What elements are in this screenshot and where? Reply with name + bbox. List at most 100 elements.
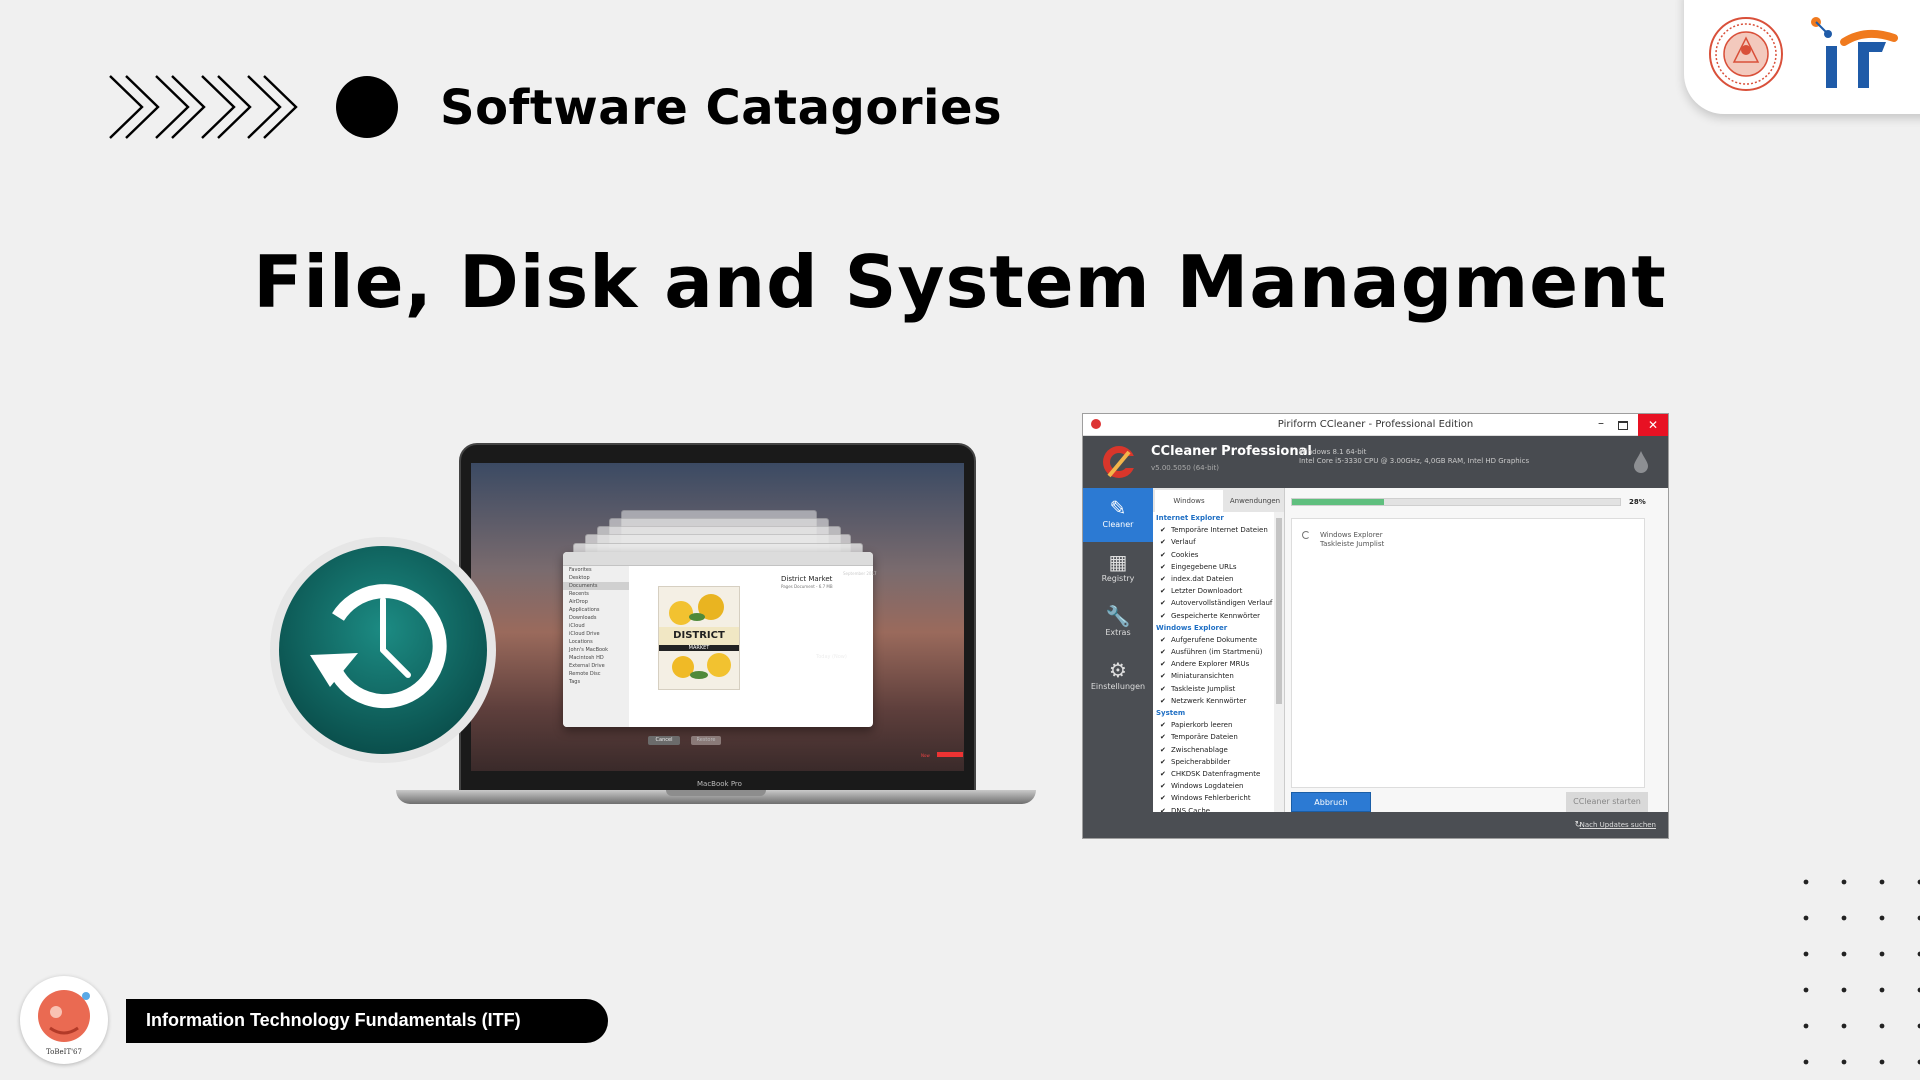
minimize-icon[interactable]: – xyxy=(1598,416,1604,430)
group-system[interactable]: System xyxy=(1156,707,1284,719)
progress-bar xyxy=(1291,498,1621,506)
sidebar-item[interactable]: AirDrop xyxy=(563,598,629,606)
time-machine-icon xyxy=(270,537,496,763)
cleaner-options-panel: Windows Anwendungen Internet Explorer Te… xyxy=(1153,488,1285,817)
scrollbar-thumb[interactable] xyxy=(1276,518,1282,704)
timeline-today-label: Today (Now) xyxy=(816,654,847,660)
sidebar-item[interactable]: Documents xyxy=(563,582,629,590)
product-version: v5.00.5050 (64-bit) xyxy=(1151,464,1220,472)
maximize-icon[interactable] xyxy=(1618,421,1628,430)
sidebar-item[interactable]: John's MacBook xyxy=(563,646,629,654)
cleaner-checklist: Internet Explorer Temporäre Internet Dat… xyxy=(1153,512,1284,817)
gear-icon: ⚙ xyxy=(1109,658,1127,682)
analysis-panel: 28% Windows Explorer Taskleiste Jumplist… xyxy=(1285,488,1668,812)
checkbox-item[interactable]: Andere Explorer MRUs xyxy=(1156,658,1284,670)
page-title: File, Disk and System Managment xyxy=(253,240,1667,324)
checkbox-item[interactable]: Netzwerk Kennwörter xyxy=(1156,695,1284,707)
ccleaner-nav: ✎ Cleaner ▦ Registry 🔧 Extras ⚙ Einstell… xyxy=(1083,488,1153,838)
checkbox-item[interactable]: Zwischenablage xyxy=(1156,744,1284,756)
checkbox-item[interactable]: Windows Logdateien xyxy=(1156,780,1284,792)
checkbox-item[interactable]: Windows Fehlerbericht xyxy=(1156,792,1284,804)
finder-toolbar xyxy=(563,552,873,566)
laptop-screen: Favorites Desktop Documents Recents AirD… xyxy=(471,463,964,771)
checkbox-item[interactable]: Gespeicherte Kennwörter xyxy=(1156,610,1284,622)
ccleaner-footer: ↻ Nach Updates suchen xyxy=(1153,812,1668,838)
district-market-cover[interactable]: DISTRICT MARKET xyxy=(658,586,740,690)
nav-label: Cleaner xyxy=(1102,520,1134,529)
registry-icon: ▦ xyxy=(1108,550,1128,574)
checkbox-item[interactable]: Autovervollständigen Verlauf xyxy=(1156,597,1284,609)
water-drop-icon xyxy=(1634,451,1648,473)
finder-window[interactable]: Favorites Desktop Documents Recents AirD… xyxy=(563,552,873,727)
results-box: Windows Explorer Taskleiste Jumplist xyxy=(1291,518,1645,788)
checkbox-item[interactable]: Letzter Downloadort xyxy=(1156,585,1284,597)
timeline-month-label: September 2017 xyxy=(843,571,877,576)
nav-extras[interactable]: 🔧 Extras xyxy=(1083,596,1153,650)
macbook-label: MacBook Pro xyxy=(697,780,742,788)
sidebar-heading: iCloud xyxy=(569,623,585,629)
run-cleaner-button[interactable]: CCleaner starten xyxy=(1566,792,1648,812)
sidebar-item[interactable]: Downloads xyxy=(563,614,629,622)
ccleaner-header: CCleaner Professional v5.00.5050 (64-bit… xyxy=(1083,436,1668,488)
checkbox-item[interactable]: Cookies xyxy=(1156,549,1284,561)
spinner-icon xyxy=(1302,531,1310,539)
laptop-notch xyxy=(666,790,766,796)
checkbox-item[interactable]: Speicherabbilder xyxy=(1156,756,1284,768)
result-line: Windows Explorer xyxy=(1320,531,1383,539)
checkbox-item[interactable]: Papierkorb leeren xyxy=(1156,719,1284,731)
checkbox-item[interactable]: CHKDSK Datenfragmente xyxy=(1156,768,1284,780)
sidebar-heading: Tags xyxy=(569,679,581,685)
close-icon[interactable]: ✕ xyxy=(1638,414,1668,436)
cancel-button[interactable]: Cancel xyxy=(648,736,680,745)
options-scrollbar[interactable] xyxy=(1274,512,1284,812)
sidebar-item[interactable]: Desktop xyxy=(563,574,629,582)
checkbox-item[interactable]: Taskleiste Jumplist xyxy=(1156,683,1284,695)
checkbox-item[interactable]: Ausführen (im Startmenü) xyxy=(1156,646,1284,658)
check-updates-link[interactable]: Nach Updates suchen xyxy=(1580,821,1656,829)
checkbox-item[interactable]: index.dat Dateien xyxy=(1156,573,1284,585)
sidebar-item[interactable]: External Drive xyxy=(563,662,629,670)
cover-title: DISTRICT xyxy=(659,627,739,645)
chevron-arrows-icon xyxy=(109,75,298,139)
checkbox-item[interactable]: Temporäre Dateien xyxy=(1156,731,1284,743)
tab-applications[interactable]: Anwendungen xyxy=(1225,490,1285,512)
timeline-now-marker[interactable] xyxy=(937,752,963,757)
sidebar-heading: Favorites xyxy=(569,567,592,573)
group-windows-explorer[interactable]: Windows Explorer xyxy=(1156,622,1284,634)
restore-button[interactable]: Restore xyxy=(691,736,721,745)
university-seal-logo xyxy=(1709,17,1783,91)
window-title: Piriform CCleaner - Professional Edition xyxy=(1277,419,1474,430)
result-line: Taskleiste Jumplist xyxy=(1320,540,1385,548)
group-internet-explorer[interactable]: Internet Explorer xyxy=(1156,512,1284,524)
wrench-icon: 🔧 xyxy=(1105,604,1131,628)
checkbox-item[interactable]: Eingegebene URLs xyxy=(1156,561,1284,573)
timeline-now-label: Now xyxy=(921,753,930,758)
dot-grid-decoration xyxy=(1803,879,1920,1065)
broom-icon: ✎ xyxy=(1109,496,1127,520)
nav-settings[interactable]: ⚙ Einstellungen xyxy=(1083,650,1153,704)
bullet-dot xyxy=(336,76,398,138)
sidebar-item[interactable]: Recents xyxy=(563,590,629,598)
sidebar-item[interactable]: iCloud Drive xyxy=(563,630,629,638)
sidebar-item[interactable]: Applications xyxy=(563,606,629,614)
sidebar-item[interactable]: Macintosh HD xyxy=(563,654,629,662)
checkbox-item[interactable]: Aufgerufene Dokumente xyxy=(1156,634,1284,646)
nav-label: Einstellungen xyxy=(1090,682,1146,691)
ccleaner-logo xyxy=(1103,446,1137,478)
nav-label: Registry xyxy=(1101,574,1135,583)
progress-percent: 28% xyxy=(1629,498,1646,506)
course-label: Information Technology Fundamentals (ITF… xyxy=(146,1010,521,1030)
checkbox-item[interactable]: Temporäre Internet Dateien xyxy=(1156,524,1284,536)
cover-subtitle: MARKET xyxy=(659,645,739,651)
checkbox-item[interactable]: Verlauf xyxy=(1156,536,1284,548)
abort-button[interactable]: Abbruch xyxy=(1291,792,1371,812)
nav-cleaner[interactable]: ✎ Cleaner xyxy=(1083,488,1153,542)
sidebar-item[interactable]: Remote Disc xyxy=(563,670,629,678)
nav-registry[interactable]: ▦ Registry xyxy=(1083,542,1153,596)
checkbox-item[interactable]: Miniaturansichten xyxy=(1156,670,1284,682)
sidebar-heading: Locations xyxy=(569,639,593,645)
mascot-caption: ToBeIT'67 xyxy=(46,1048,82,1056)
tab-windows[interactable]: Windows xyxy=(1155,490,1223,512)
nav-label: Extras xyxy=(1105,628,1131,637)
preview-title: District Market xyxy=(781,575,833,583)
